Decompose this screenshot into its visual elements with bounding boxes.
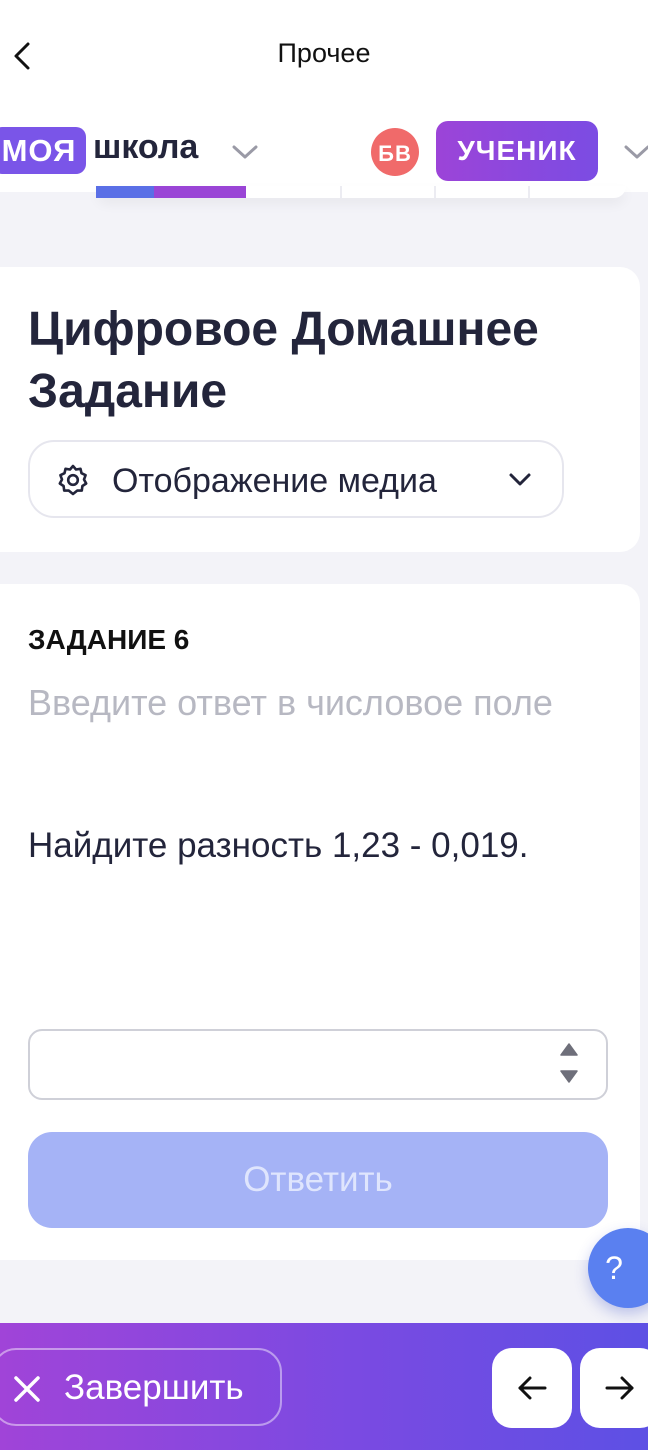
header-card: Цифровое Домашнее Задание Отображение ме… — [0, 267, 640, 552]
previous-task-button[interactable] — [492, 1348, 572, 1428]
submit-answer-button[interactable]: Ответить — [28, 1132, 608, 1228]
progress-divider — [340, 186, 342, 198]
gear-icon — [58, 464, 88, 496]
finish-label: Завершить — [64, 1368, 244, 1407]
task-hint: Введите ответ в числовое поле — [28, 682, 553, 723]
page-section-title: Прочее — [277, 38, 371, 68]
task-number: ЗАДАНИЕ 6 — [28, 624, 190, 655]
progress-divider — [434, 186, 436, 198]
finish-button[interactable]: Завершить — [0, 1348, 282, 1426]
school-bar: МОЯ школа БВ УЧЕНИК — [0, 110, 648, 192]
arrow-left-icon — [518, 1376, 547, 1400]
next-task-button[interactable] — [580, 1348, 648, 1428]
answer-field[interactable] — [28, 1029, 608, 1100]
answer-input[interactable] — [44, 1039, 548, 1091]
top-bar: Прочее — [0, 0, 648, 110]
close-icon — [14, 1376, 40, 1402]
logo-moya[interactable]: МОЯ — [0, 127, 86, 174]
role-chevron-down-icon[interactable] — [620, 140, 648, 164]
media-select-label: Отображение медиа — [112, 462, 437, 500]
chevron-down-icon — [509, 473, 531, 486]
task-question: Найдите разность 1,23 - 0,019. — [28, 826, 529, 865]
bottom-bar: Завершить — [0, 1323, 648, 1450]
logo-shkola[interactable]: школа — [93, 128, 198, 167]
arrow-right-icon — [605, 1376, 634, 1400]
help-label: ? — [605, 1250, 623, 1286]
task-card: ЗАДАНИЕ 6 Введите ответ в числовое поле … — [0, 584, 640, 1260]
media-display-select[interactable]: Отображение медиа — [28, 440, 564, 518]
avatar[interactable]: БВ — [371, 128, 419, 176]
page-title: Цифровое Домашнее Задание — [28, 303, 539, 418]
page: Прочее МОЯ школа БВ УЧЕНИК Цифровое Дома… — [0, 0, 648, 1450]
stepper-down-icon[interactable] — [560, 1069, 578, 1083]
chevron-down-icon[interactable] — [228, 140, 262, 164]
progress-segment-current — [154, 186, 246, 198]
role-badge[interactable]: УЧЕНИК — [436, 121, 598, 181]
progress-segment-done — [96, 186, 154, 198]
stepper-up-icon[interactable] — [560, 1043, 578, 1057]
task-progress-strip — [96, 186, 626, 198]
progress-divider — [528, 186, 530, 198]
